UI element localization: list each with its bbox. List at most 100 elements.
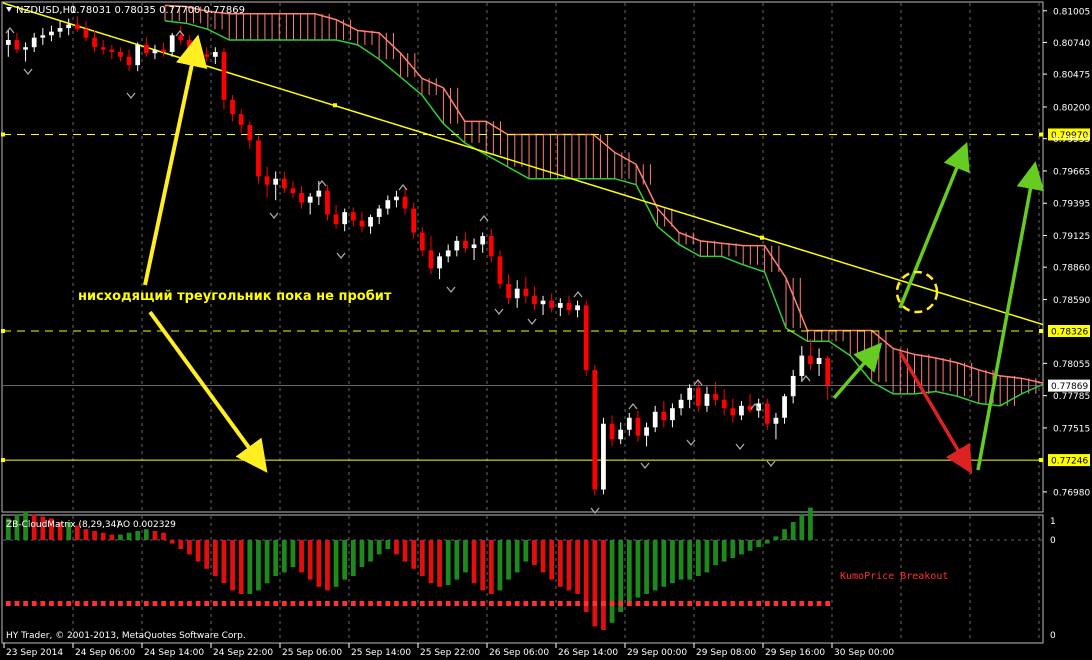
candle-body — [368, 216, 373, 227]
candle-body — [109, 49, 115, 53]
ao-bar — [394, 540, 399, 555]
signal-dot — [799, 601, 805, 606]
candle-body — [152, 49, 158, 54]
price-tick-label: 0.80740 — [1053, 39, 1090, 49]
ao-bar — [739, 540, 744, 555]
ao-bar — [497, 540, 503, 591]
price-tick-label: 0.79395 — [1053, 200, 1090, 210]
fractals — [5, 26, 811, 515]
ao-bar — [764, 540, 770, 544]
candle-body — [342, 212, 348, 225]
ao-bar — [523, 540, 529, 562]
candle-body — [161, 49, 166, 53]
fractal-down-icon — [735, 443, 745, 451]
ao-bar — [195, 540, 201, 562]
fractal-down-icon — [494, 308, 504, 316]
ao-bar — [290, 540, 296, 567]
signal-dot — [31, 601, 37, 606]
level-anchor — [1, 328, 5, 333]
chevron-down-icon[interactable] — [6, 7, 12, 12]
ao-bar — [704, 540, 710, 573]
ao-bar — [92, 531, 97, 540]
time-tick-label: 30 Sep 00:00 — [834, 648, 894, 658]
ao-bar — [592, 540, 598, 627]
ao-bar — [143, 529, 149, 540]
signal-dot — [187, 601, 192, 606]
signal-dot — [342, 601, 348, 606]
candle-body — [497, 256, 503, 284]
candle-body — [92, 37, 97, 48]
candle-body — [808, 355, 813, 364]
price-tick-label: 0.79935 — [1053, 135, 1090, 145]
candle-body — [135, 44, 141, 66]
fractal-up-icon — [801, 374, 811, 382]
ao-bar — [359, 540, 365, 567]
signal-dot — [670, 601, 675, 606]
signal-dot — [40, 601, 46, 606]
signal-dot — [143, 601, 149, 606]
signal-dot — [506, 601, 511, 606]
ao-bar — [333, 540, 339, 587]
price-tick-label: 0.80200 — [1053, 103, 1090, 113]
signal-dot — [5, 601, 11, 606]
signal-dot — [238, 601, 244, 606]
signal-dot — [523, 601, 529, 606]
candle-body — [350, 212, 356, 221]
price-tick-label: 0.80475 — [1053, 71, 1090, 81]
time-tick-label: 25 Sep 14:00 — [351, 648, 411, 658]
fractal-up-icon — [628, 402, 638, 410]
signal-dot — [445, 601, 451, 606]
candle-body — [488, 236, 494, 257]
signal-dot — [419, 601, 425, 606]
signal-dot — [721, 601, 727, 606]
fractal-down-icon — [23, 68, 33, 76]
level-anchor — [1039, 458, 1043, 463]
candle-body — [618, 429, 624, 440]
ao-bar — [100, 532, 106, 540]
signal-dot — [566, 601, 572, 606]
current-price-label: 0.77869 — [1051, 382, 1088, 392]
candle-body — [31, 37, 37, 48]
time-tick-label: 29 Sep 16:00 — [765, 648, 825, 658]
signal-dot — [428, 601, 434, 606]
fractal-down-icon — [527, 318, 537, 326]
level-anchor — [1, 458, 5, 463]
signal-dot — [109, 601, 115, 606]
ao-bar — [747, 540, 753, 551]
price-tick-label: 0.77515 — [1053, 424, 1090, 434]
candle-body — [143, 44, 149, 54]
signal-dot — [256, 601, 261, 606]
price-tick-label: 0.81005 — [1053, 7, 1090, 17]
ao-bar — [135, 531, 141, 540]
candle-body — [514, 288, 520, 299]
signal-dot — [49, 601, 54, 606]
signal-dot — [325, 601, 330, 606]
signal-dot — [678, 601, 684, 606]
ao-bar — [454, 540, 460, 580]
ao-bar — [187, 540, 192, 555]
signal-dot — [790, 601, 796, 606]
ao-bar — [161, 532, 166, 540]
ao-bar — [575, 540, 580, 594]
candle-body — [376, 208, 382, 217]
ao-bar — [325, 540, 330, 591]
candle-body — [687, 387, 693, 400]
ao-bar — [281, 540, 287, 573]
candle-body — [428, 250, 434, 269]
fractal-up-icon — [479, 214, 489, 222]
candle-body — [532, 295, 537, 305]
ind-axis-0b: 0 — [1050, 631, 1056, 641]
candle-body — [221, 52, 227, 100]
signal-dot — [307, 601, 313, 606]
candle-body — [713, 393, 718, 400]
signal-dot — [463, 601, 468, 606]
signal-dot — [488, 601, 494, 606]
candle-body — [471, 244, 477, 249]
ind-axis-0a: 0 — [1050, 536, 1056, 546]
ao-bar — [480, 540, 486, 591]
candle-body — [299, 193, 304, 203]
time-tick-label: 26 Sep 14:00 — [558, 648, 618, 658]
signal-dot — [135, 601, 141, 606]
candle-body — [799, 355, 805, 376]
ao-bar — [549, 540, 555, 580]
